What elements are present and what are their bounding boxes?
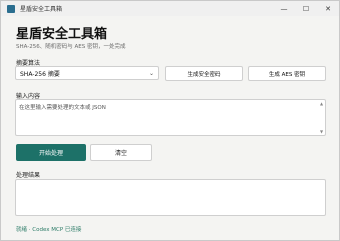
algorithm-select-value: SHA-256 摘要	[20, 70, 60, 78]
page-title: 星盾安全工具箱	[16, 27, 108, 42]
status-text: 就绪 · Codex MCP 已连接	[16, 227, 82, 233]
generate-password-button[interactable]: 生成安全密码	[165, 66, 243, 81]
input-scrollbar[interactable]: ▲ ▼	[320, 102, 324, 134]
shield-app-icon	[7, 4, 15, 13]
title-bar: 星盾安全工具箱 — ☐ ✕	[1, 1, 339, 16]
algorithm-select[interactable]: SHA-256 摘要 ⌄	[15, 66, 159, 80]
page-subtitle: SHA-256、随机密码与 AES 密钥，一处完成	[16, 44, 126, 50]
process-button[interactable]: 开始处理	[16, 144, 86, 161]
app-window: 星盾安全工具箱 — ☐ ✕ 星盾安全工具箱 SHA-256、随机密码与 AES …	[0, 0, 340, 241]
input-textarea[interactable]: 在这里输入需要处理的文本或 JSON ▲ ▼	[15, 99, 326, 136]
minimize-button[interactable]: —	[273, 1, 295, 16]
output-label: 处理结果	[16, 172, 41, 179]
generate-aes-key-button[interactable]: 生成 AES 密钥	[248, 66, 326, 81]
maximize-button[interactable]: ☐	[295, 1, 317, 16]
chevron-down-icon: ⌄	[148, 70, 154, 77]
window-title: 星盾安全工具箱	[20, 6, 63, 13]
output-textarea[interactable]	[15, 179, 326, 216]
scroll-down-icon[interactable]: ▼	[320, 130, 323, 134]
scroll-up-icon[interactable]: ▲	[320, 102, 324, 106]
input-placeholder: 在这里输入需要处理的文本或 JSON	[19, 105, 106, 111]
window-controls: — ☐ ✕	[273, 1, 339, 16]
clear-button[interactable]: 清空	[90, 144, 152, 161]
close-button[interactable]: ✕	[317, 1, 339, 16]
